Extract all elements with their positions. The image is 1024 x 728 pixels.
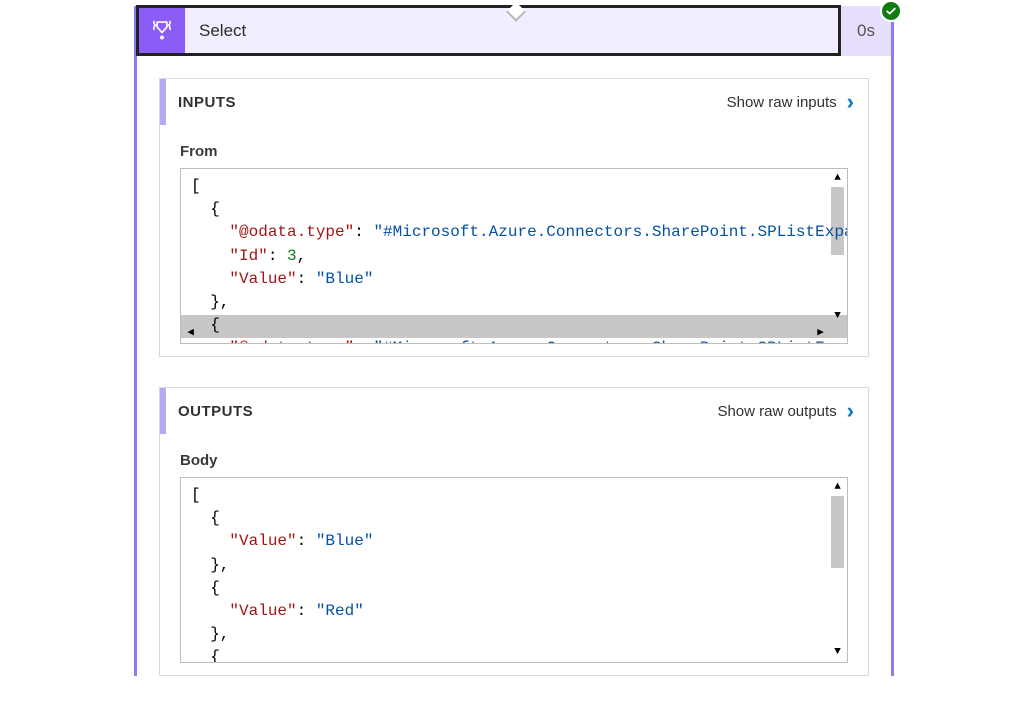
status-success-badge xyxy=(880,0,902,22)
outputs-code-content[interactable]: [ { "Value": "Blue" }, { "Value": "Red" … xyxy=(181,478,847,662)
vertical-scrollbar[interactable]: ▲ ▼ xyxy=(829,479,846,661)
chevron-right-icon: › xyxy=(847,398,854,424)
outputs-panel-title: OUTPUTS xyxy=(166,403,253,420)
inputs-code-content[interactable]: [ { "@odata.type": "#Microsoft.Azure.Con… xyxy=(181,169,847,343)
outputs-code-box[interactable]: [ { "Value": "Blue" }, { "Value": "Red" … xyxy=(180,477,848,663)
check-icon xyxy=(885,5,897,17)
scroll-up-icon[interactable]: ▲ xyxy=(829,170,846,187)
vertical-scrollbar[interactable]: ▲ ▼ xyxy=(829,170,846,325)
show-raw-outputs-label: Show raw outputs xyxy=(717,403,836,420)
scroll-thumb[interactable] xyxy=(831,496,844,568)
inputs-panel: INPUTS Show raw inputs › From [ { "@odat… xyxy=(159,78,869,357)
show-raw-inputs-label: Show raw inputs xyxy=(727,94,837,111)
action-header[interactable]: Select 0s xyxy=(137,6,891,56)
action-header-main[interactable]: Select xyxy=(136,5,841,56)
outputs-panel-head: OUTPUTS Show raw outputs › xyxy=(160,388,868,434)
action-icon-box xyxy=(139,8,185,53)
action-title: Select xyxy=(185,8,838,53)
inputs-panel-title: INPUTS xyxy=(166,94,236,111)
outputs-panel: OUTPUTS Show raw outputs › Body [ { "Val… xyxy=(159,387,869,676)
inputs-code-box[interactable]: [ { "@odata.type": "#Microsoft.Azure.Con… xyxy=(180,168,848,344)
data-operations-icon xyxy=(149,18,175,44)
scroll-up-icon[interactable]: ▲ xyxy=(829,479,846,496)
scroll-thumb[interactable] xyxy=(831,187,844,255)
action-card: Select 0s INPUTS Show raw inputs › From xyxy=(134,6,894,676)
scroll-down-icon[interactable]: ▼ xyxy=(829,644,846,661)
chevron-right-icon: › xyxy=(847,89,854,115)
inputs-panel-head: INPUTS Show raw inputs › xyxy=(160,79,868,125)
inputs-field-label: From xyxy=(180,143,848,160)
show-raw-inputs-link[interactable]: Show raw inputs › xyxy=(727,89,854,115)
show-raw-outputs-link[interactable]: Show raw outputs › xyxy=(717,398,854,424)
scroll-down-icon[interactable]: ▼ xyxy=(829,308,846,325)
outputs-field-label: Body xyxy=(180,452,848,469)
